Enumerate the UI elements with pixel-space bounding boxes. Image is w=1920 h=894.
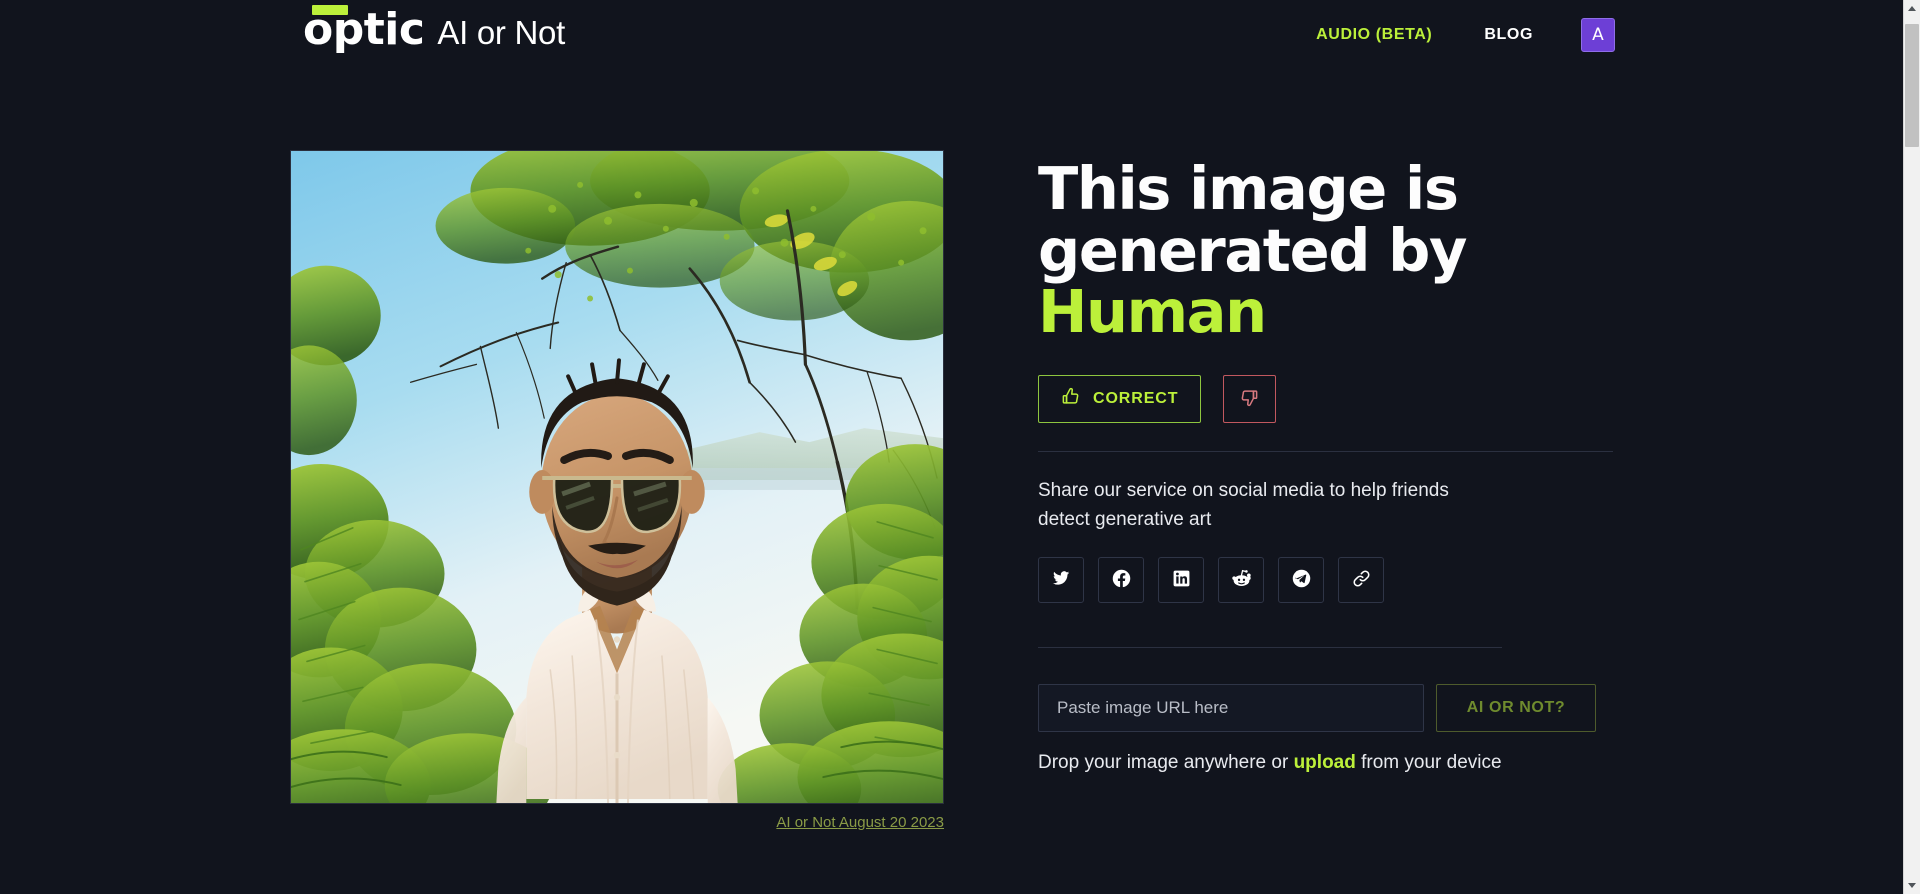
feedback-row: CORRECT [1038, 374, 1613, 423]
upload-link[interactable]: upload [1294, 752, 1356, 773]
nav-link-blog[interactable]: BLOG [1484, 18, 1533, 52]
share-linkedin-button[interactable] [1158, 556, 1204, 603]
drop-hint-prefix: Drop your image anywhere or [1038, 751, 1294, 773]
linkedin-icon [1172, 569, 1191, 591]
thumbs-down-icon [1240, 388, 1259, 410]
chevron-up-icon [1908, 6, 1916, 11]
page-scrollbar[interactable] [1903, 0, 1920, 894]
copy-link-button[interactable] [1338, 556, 1384, 603]
scrollbar-thumb[interactable] [1905, 24, 1919, 147]
verdict-value: Human [1038, 277, 1267, 347]
nav-link-audio[interactable]: AUDIO (BETA) [1316, 18, 1432, 52]
photo-frame[interactable] [290, 150, 944, 804]
brand-subtitle: AI or Not [437, 14, 565, 51]
divider-top [1038, 450, 1613, 452]
share-telegram-button[interactable] [1278, 556, 1324, 603]
drop-hint-suffix: from your device [1355, 751, 1502, 773]
thumbs-up-icon [1061, 387, 1080, 411]
url-submit-row: AI OR NOT? [1038, 683, 1613, 732]
analysed-photo [291, 151, 943, 803]
avatar[interactable]: A [1581, 18, 1615, 52]
share-reddit-button[interactable] [1218, 556, 1264, 603]
page-viewport: optic AI or Not AUDIO (BETA) BLOG A AI o… [0, 0, 1903, 894]
link-icon [1351, 568, 1372, 592]
correct-button[interactable]: CORRECT [1038, 374, 1202, 423]
correct-button-label: CORRECT [1093, 389, 1179, 407]
photo-caption-link[interactable]: AI or Not August 20 2023 [776, 814, 944, 831]
result-headline: This image is generated by Human [1038, 158, 1613, 343]
twitter-icon [1051, 568, 1071, 591]
ai-or-not-submit-button[interactable]: AI OR NOT? [1436, 683, 1596, 732]
divider-bottom [1038, 646, 1502, 648]
facebook-icon [1111, 568, 1132, 592]
photo-caption: AI or Not August 20 2023 [290, 814, 944, 831]
logo-accent-bar [312, 5, 348, 15]
optic-logo: optic [303, 5, 425, 52]
incorrect-button[interactable] [1223, 374, 1277, 423]
share-description: Share our service on social media to hel… [1038, 479, 1449, 531]
analysed-image-panel: AI or Not August 20 2023 [290, 150, 944, 831]
site-header: optic AI or Not AUDIO (BETA) BLOG A [0, 0, 1903, 72]
main-content: AI or Not August 20 2023 This image is g… [0, 150, 1903, 831]
telegram-icon [1291, 568, 1312, 592]
headline-prefix: This image is generated by [1038, 154, 1467, 285]
brand-logo[interactable]: optic AI or Not [303, 5, 565, 52]
drop-hint: Drop your image anywhere or upload from … [1038, 752, 1613, 774]
main-navigation: AUDIO (BETA) BLOG A [1316, 18, 1615, 52]
share-twitter-button[interactable] [1038, 556, 1084, 603]
share-facebook-button[interactable] [1098, 556, 1144, 603]
image-url-input[interactable] [1038, 683, 1424, 732]
reddit-icon [1231, 568, 1252, 592]
social-share-row [1038, 556, 1613, 603]
chevron-down-icon [1908, 883, 1916, 888]
result-panel: This image is generated by Human CORRECT [1038, 150, 1613, 831]
scroll-down-button[interactable] [1904, 877, 1920, 894]
scroll-up-button[interactable] [1904, 0, 1920, 17]
